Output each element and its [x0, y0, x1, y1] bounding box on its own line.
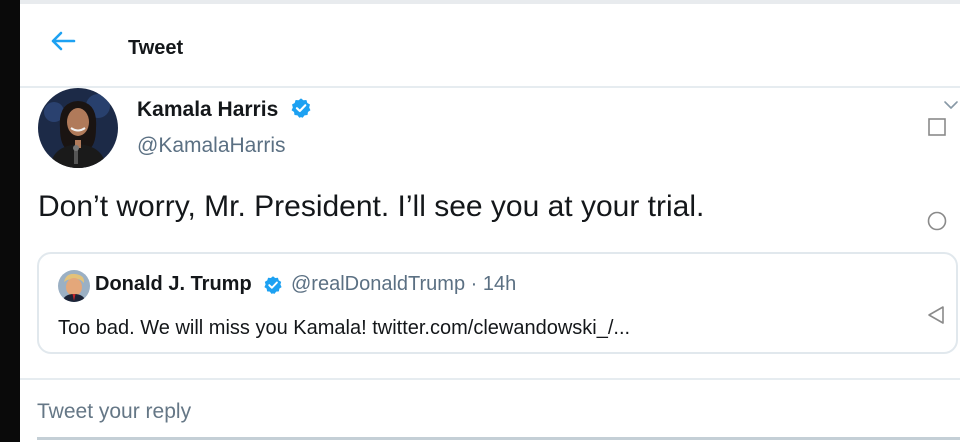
page-title: Tweet — [128, 37, 184, 59]
back-button[interactable] — [48, 26, 78, 56]
arrow-left-icon — [51, 31, 76, 51]
reply-input[interactable] — [37, 394, 737, 430]
quoted-tweet-text: Too bad. We will miss you Kamala! twitte… — [58, 317, 631, 339]
quoted-author-name: Donald J. Trump — [95, 273, 252, 295]
circle-icon[interactable] — [926, 210, 948, 232]
quoted-avatar — [58, 270, 90, 302]
header: Tweet — [20, 4, 960, 86]
square-icon[interactable] — [927, 117, 947, 137]
header-divider — [20, 86, 960, 88]
left-edge-strip — [0, 0, 20, 442]
author-handle[interactable]: @KamalaHarris — [137, 134, 286, 158]
author-name[interactable]: Kamala Harris — [137, 98, 278, 122]
reply-divider — [20, 378, 960, 380]
verified-badge-icon — [291, 98, 311, 118]
quoted-handle-timestamp: @realDonaldTrump · 14h — [291, 273, 517, 295]
reply-input-underline — [37, 437, 960, 440]
avatar-image — [38, 88, 118, 168]
chevron-down-icon[interactable] — [943, 100, 959, 112]
avatar[interactable] — [38, 88, 118, 168]
tweet-text: Don’t worry, Mr. President. I’ll see you… — [38, 190, 705, 223]
verified-badge-icon — [264, 276, 282, 294]
quoted-avatar-image — [58, 270, 90, 302]
quoted-tweet-card[interactable]: Donald J. Trump @realDonaldTrump · 14h T… — [37, 252, 958, 354]
